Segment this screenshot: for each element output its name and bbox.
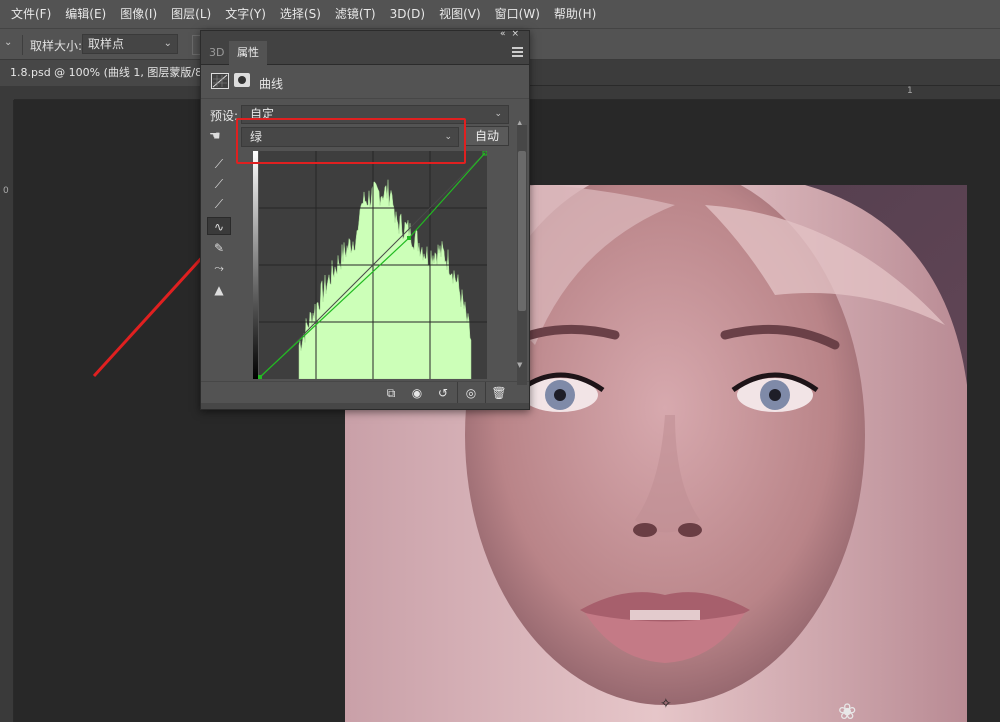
clipping-warning-icon[interactable]: ▲ — [207, 281, 231, 299]
adjustment-title: 曲线 — [259, 77, 284, 91]
visibility-eye-icon[interactable]: ◎ — [461, 384, 481, 402]
menu-filter[interactable]: 滤镜(T) — [328, 0, 383, 28]
preset-value: 自定 — [250, 107, 275, 121]
menu-image[interactable]: 图像(I) — [113, 0, 164, 28]
photoshop-window: 文件(F) 编辑(E) 图像(I) 图层(L) 文字(Y) 选择(S) 滤镜(T… — [0, 0, 1000, 722]
properties-panel: «× 3D 属性 曲线 预设: 自定 ⌄ ☚ 绿 ⌄ 自动 ⟋ ⟋ ⟋ ∿ ✎ … — [200, 29, 530, 410]
chevron-down-icon: ⌄ — [444, 132, 452, 142]
ruler-mark: 0 — [3, 186, 9, 196]
menu-type[interactable]: 文字(Y) — [218, 0, 273, 28]
smooth-curve-icon[interactable]: ⤳ — [207, 259, 231, 277]
ruler-corner — [0, 86, 14, 100]
curve-control-point[interactable] — [407, 236, 411, 240]
menu-select[interactable]: 选择(S) — [273, 0, 328, 28]
panel-menu-icon[interactable] — [512, 47, 523, 57]
gray-point-eyedropper-icon[interactable]: ⟋ — [207, 175, 231, 193]
channel-select[interactable]: 绿 ⌄ — [241, 127, 459, 147]
edit-points-curve-icon[interactable]: ∿ — [207, 217, 231, 235]
auto-button[interactable]: 自动 — [465, 126, 509, 146]
delete-icon[interactable]: 🗑 — [489, 384, 509, 402]
divider — [485, 382, 486, 404]
channel-value: 绿 — [250, 130, 263, 144]
layer-mask-icon[interactable] — [234, 73, 250, 87]
chevron-down-icon: ⌄ — [163, 38, 172, 49]
pencil-draw-icon[interactable]: ✎ — [207, 239, 231, 257]
scroll-down-icon[interactable]: ▼ — [517, 361, 522, 369]
curves-graph[interactable] — [253, 151, 487, 379]
curves-icon-graphic — [212, 74, 228, 88]
sample-size-value: 取样点 — [88, 37, 125, 51]
document-tab[interactable]: 1.8.psd @ 100% (曲线 1, 图层蒙版/8) * — [0, 60, 226, 86]
clip-to-layer-icon[interactable]: ⧉ — [381, 384, 401, 402]
menu-view[interactable]: 视图(V) — [432, 0, 488, 28]
menu-window[interactable]: 窗口(W) — [488, 0, 547, 28]
curve-endpoint[interactable] — [258, 375, 262, 379]
adjustment-header: 曲线 — [201, 65, 529, 99]
sample-option-box[interactable] — [192, 35, 200, 55]
ruler-mark: 1 — [907, 86, 913, 96]
sample-size-select[interactable]: 取样点 ⌄ — [82, 34, 178, 54]
menu-3d[interactable]: 3D(D) — [383, 0, 432, 28]
watermark-paw-icon: ❀ — [838, 700, 857, 722]
panel-bottom-strip — [201, 403, 529, 409]
menu-edit[interactable]: 编辑(E) — [58, 0, 113, 28]
vertical-ruler[interactable]: 0 — [0, 86, 14, 722]
preset-select[interactable]: 自定 ⌄ — [241, 105, 509, 124]
hand-icon[interactable]: ☚ — [209, 129, 229, 145]
crosshair-cursor-icon: ✧ — [660, 696, 672, 712]
black-point-eyedropper-icon[interactable]: ⟋ — [207, 155, 231, 173]
tool-preset-chevron-icon[interactable]: ⌄ — [4, 37, 18, 51]
divider — [22, 35, 23, 55]
sample-size-label: 取样大小: — [30, 39, 83, 53]
menu-bar: 文件(F) 编辑(E) 图像(I) 图层(L) 文字(Y) 选择(S) 滤镜(T… — [0, 0, 1000, 28]
view-previous-state-icon[interactable]: ◉ — [407, 384, 427, 402]
preset-label: 预设: — [210, 109, 239, 123]
menu-help[interactable]: 帮助(H) — [547, 0, 603, 28]
tab-3d[interactable]: 3D — [201, 41, 232, 65]
panel-title-strip[interactable]: «× — [201, 29, 529, 41]
scrollbar-thumb[interactable] — [518, 151, 526, 311]
panel-collapse-close-icon[interactable]: «× — [500, 29, 525, 39]
tab-properties[interactable]: 属性 — [229, 41, 267, 65]
divider — [457, 382, 458, 404]
menu-file[interactable]: 文件(F) — [4, 0, 58, 28]
curves-adjustment-icon[interactable] — [211, 73, 229, 89]
reset-icon[interactable]: ↺ — [433, 384, 453, 402]
menu-layer[interactable]: 图层(L) — [164, 0, 218, 28]
chevron-down-icon: ⌄ — [494, 109, 502, 119]
panel-footer: ⧉ ◉ ↺ ◎ 🗑 — [201, 381, 529, 404]
panel-tab-bar: 3D 属性 — [201, 41, 529, 65]
white-point-eyedropper-icon[interactable]: ⟋ — [207, 195, 231, 213]
